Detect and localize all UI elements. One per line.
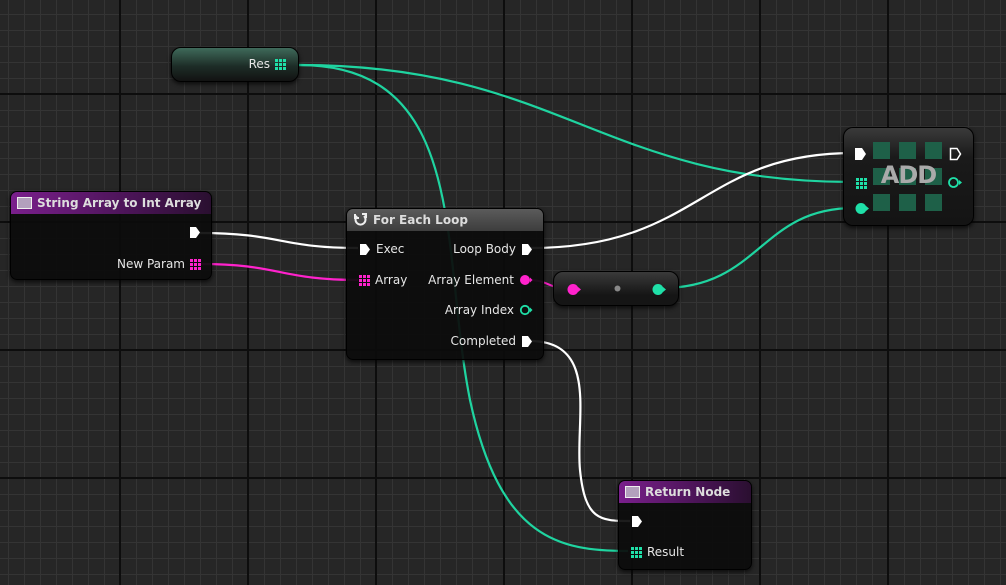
exec-out-pin-icon[interactable] — [949, 147, 962, 161]
exec-out-pin-icon[interactable] — [189, 226, 201, 239]
data-pin-icon[interactable] — [651, 283, 667, 296]
exec-label: Exec — [376, 242, 405, 256]
function-icon — [625, 486, 640, 498]
return-node[interactable]: Return Node Result — [618, 480, 752, 570]
dot-icon — [614, 285, 621, 292]
loop-icon — [354, 213, 367, 226]
array-pin-icon[interactable] — [275, 58, 286, 70]
data-pin-icon[interactable] — [519, 274, 533, 286]
node-title: Return Node — [645, 485, 731, 499]
wire-converted — [661, 206, 855, 290]
data-pin-icon[interactable] — [947, 176, 963, 189]
data-pin-icon[interactable] — [566, 283, 582, 296]
data-pin-icon[interactable] — [854, 202, 870, 215]
new-param-label: New Param — [116, 257, 185, 271]
array-pin-icon[interactable] — [359, 274, 370, 286]
array-label: Array — [375, 273, 408, 287]
exec-in-pin-icon[interactable] — [854, 147, 867, 161]
conversion-node[interactable] — [553, 271, 679, 306]
wire-loop-body — [529, 151, 855, 250]
array-pin-icon[interactable] — [190, 258, 201, 270]
for-each-loop-node[interactable]: For Each Loop Exec Array Loop Body Array… — [346, 208, 544, 360]
array-pin-icon[interactable] — [856, 178, 867, 189]
wire-exec — [199, 231, 359, 250]
array-element-label: Array Element — [428, 273, 514, 287]
result-label: Result — [647, 545, 685, 559]
exec-in-pin-icon[interactable] — [359, 243, 371, 256]
array-index-label: Array Index — [444, 303, 514, 317]
completed-label: Completed — [450, 334, 516, 348]
wire-array — [199, 262, 359, 282]
exec-out-pin-icon[interactable] — [521, 335, 533, 348]
add-node[interactable]: ADD — [843, 127, 974, 226]
res-label: Res — [248, 57, 270, 71]
node-title: String Array to Int Array — [37, 196, 202, 210]
data-pin-icon[interactable] — [519, 304, 533, 316]
res-variable-node[interactable]: Res — [171, 47, 299, 82]
wire-completed — [529, 339, 631, 523]
exec-out-pin-icon[interactable] — [521, 243, 533, 256]
function-entry-node[interactable]: String Array to Int Array New Param — [10, 191, 212, 280]
node-title: For Each Loop — [373, 213, 468, 227]
exec-in-pin-icon[interactable] — [631, 515, 643, 528]
loop-body-label: Loop Body — [453, 242, 516, 256]
array-pin-icon[interactable] — [631, 546, 642, 558]
function-icon — [17, 197, 32, 209]
